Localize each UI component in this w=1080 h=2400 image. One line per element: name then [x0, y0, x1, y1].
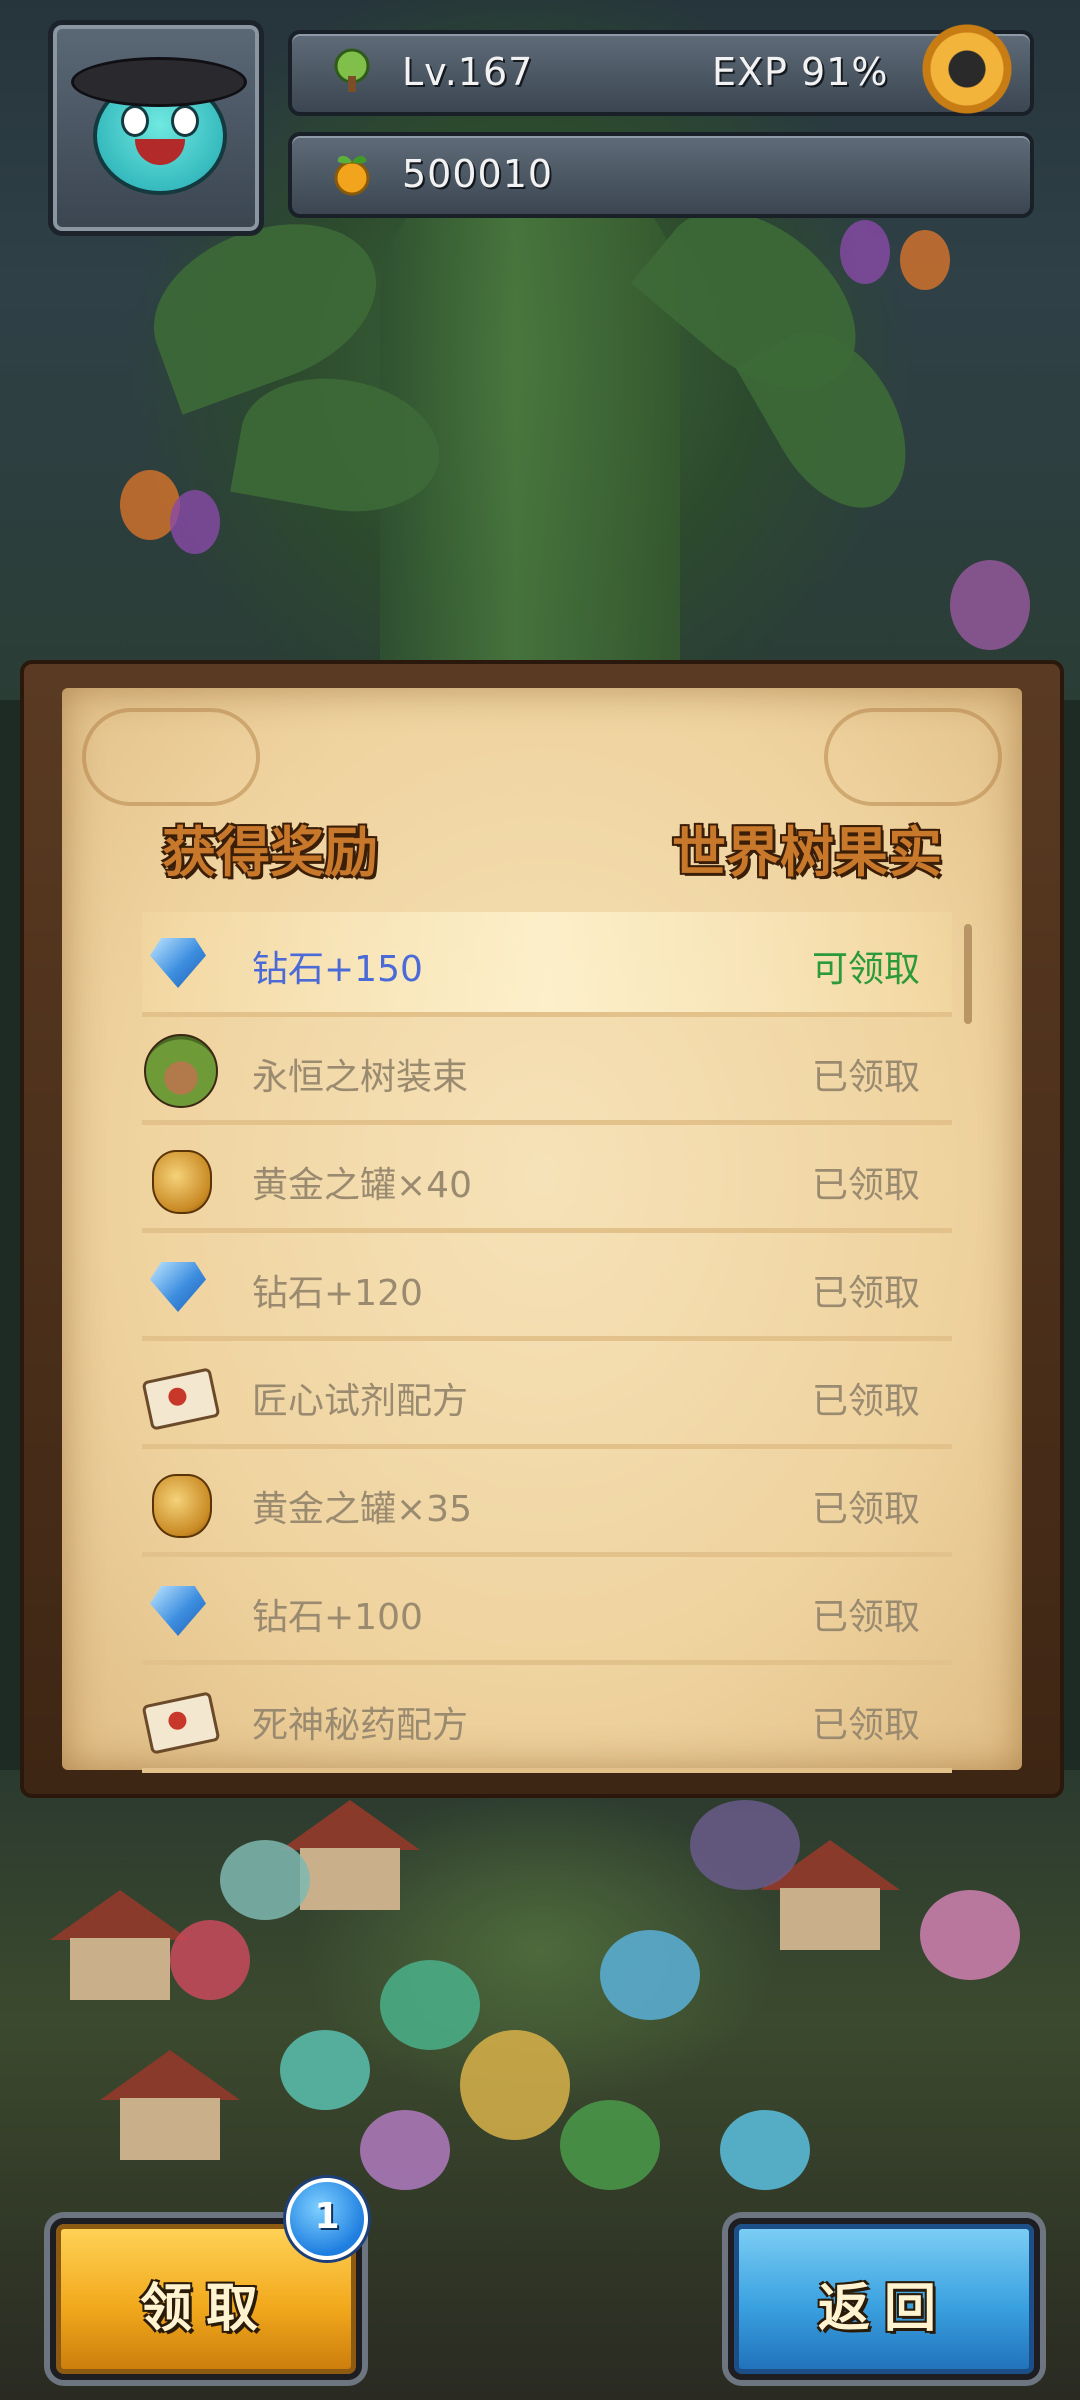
creature-decoration: [220, 1840, 310, 1920]
fruit-icon: [334, 155, 370, 196]
reward-row[interactable]: 钻石+120 已领取: [142, 1236, 952, 1341]
notification-badge: 1: [286, 2178, 368, 2260]
avatar-eye: [171, 105, 199, 137]
list-scrollbar[interactable]: [964, 924, 972, 1024]
reward-row[interactable]: 钻石+150 可领取: [142, 912, 952, 1017]
balloon-decoration: [840, 220, 890, 284]
golden-jar-icon: [142, 1150, 212, 1214]
reward-status: 已领取: [811, 1165, 920, 1206]
reward-status: 已领取: [811, 1705, 920, 1746]
tree-icon: [334, 48, 370, 92]
reward-status: 已领取: [811, 1273, 920, 1314]
reward-row[interactable]: 死神秘药配方 已领取: [141, 1668, 952, 1773]
creature-decoration: [460, 2030, 570, 2140]
reward-status: 已领取: [811, 1057, 920, 1098]
reward-row[interactable]: 黄金之罐×35 已领取: [142, 1452, 952, 1557]
exp-percent: EXP 91%: [712, 50, 889, 94]
reward-label: 黄金之罐×40: [252, 1165, 472, 1206]
avatar-eye: [121, 105, 149, 137]
currency-bar: 500010: [288, 132, 1034, 218]
house-decoration: [50, 1890, 190, 2000]
diamond-icon: [142, 1582, 212, 1642]
creature-decoration: [560, 2100, 660, 2190]
reward-status: 已领取: [811, 1489, 920, 1530]
reward-label: 钻石+100: [252, 1597, 423, 1638]
back-button[interactable]: 返回: [728, 2218, 1040, 2380]
creature-decoration: [280, 2030, 370, 2110]
creature-decoration: [720, 2110, 810, 2190]
avatar-hat: [71, 57, 247, 107]
settings-gear-icon[interactable]: [912, 14, 1022, 124]
panel-title-rewards: 获得奖励: [162, 821, 378, 884]
back-button-label: 返回: [817, 2279, 950, 2339]
reward-label: 钻石+120: [252, 1273, 423, 1314]
recipe-scroll-icon: [141, 1366, 221, 1431]
claim-button-label: 领取: [139, 2279, 272, 2339]
reward-label: 钻石+150: [252, 949, 423, 990]
reward-status-claimable[interactable]: 可领取: [812, 940, 920, 992]
balloon-decoration: [950, 560, 1030, 650]
corner-ornament: [82, 708, 260, 806]
reward-label: 匠心试剂配方: [252, 1381, 469, 1422]
recipe-scroll-icon: [141, 1690, 221, 1755]
reward-status: 已领取: [811, 1381, 920, 1422]
tree-costume-icon: [142, 1034, 218, 1108]
reward-list[interactable]: 钻石+150 可领取 永恒之树装束 已领取 黄金之罐×40 已领取 钻石+120…: [141, 912, 952, 1776]
balloon-decoration: [900, 230, 950, 290]
player-avatar[interactable]: [48, 20, 264, 236]
reward-row[interactable]: 钻石+100 已领取: [142, 1560, 952, 1665]
reward-panel-parchment: 获得奖励 世界树果实 钻石+150 可领取 永恒之树装束 已领取 黄金之罐×40…: [62, 688, 1022, 1773]
currency-amount: 500010: [402, 152, 554, 196]
reward-row[interactable]: 匠心试剂配方 已领取: [141, 1344, 952, 1449]
player-level: Lv.167: [402, 50, 534, 94]
reward-label: 死神秘药配方: [252, 1705, 469, 1746]
avatar-mouth: [135, 139, 185, 165]
house-decoration: [280, 1800, 420, 1910]
reward-row[interactable]: 永恒之树装束 已领取: [142, 1020, 952, 1125]
creature-decoration: [600, 1930, 700, 2020]
creature-decoration: [380, 1960, 480, 2050]
panel-title-world-tree-fruit: 世界树果实: [672, 821, 942, 884]
creature-decoration: [920, 1890, 1020, 1980]
diamond-icon: [142, 1258, 212, 1318]
creature-decoration: [360, 2110, 450, 2190]
diamond-icon: [142, 934, 212, 994]
golden-jar-icon: [142, 1474, 212, 1538]
reward-row[interactable]: 黄金之罐×40 已领取: [142, 1128, 952, 1233]
reward-status: 已领取: [811, 1597, 920, 1638]
reward-label: 永恒之树装束: [252, 1057, 469, 1098]
house-decoration: [100, 2050, 240, 2160]
corner-ornament: [824, 708, 1002, 806]
balloon-decoration: [170, 490, 220, 554]
reward-panel: 获得奖励 世界树果实 钻石+150 可领取 永恒之树装束 已领取 黄金之罐×40…: [20, 660, 1064, 1798]
badge-count: 1: [314, 2196, 340, 2237]
creature-decoration: [690, 1800, 800, 1890]
creature-decoration: [170, 1920, 250, 2000]
reward-label: 黄金之罐×35: [252, 1489, 472, 1530]
